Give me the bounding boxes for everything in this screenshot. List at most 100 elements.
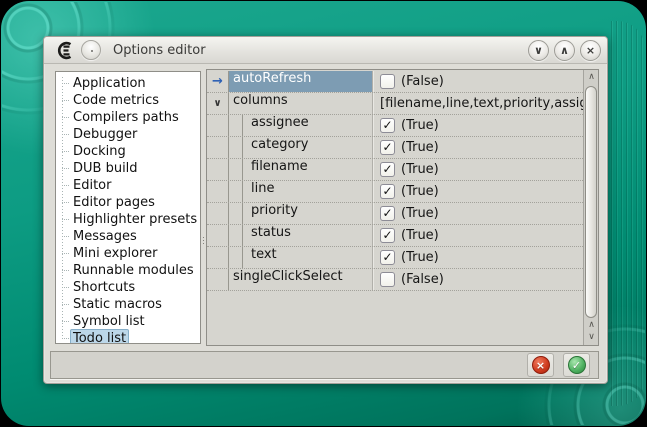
- sidebar-item-compilers-paths[interactable]: Compilers paths: [56, 109, 200, 126]
- property-value[interactable]: ✓ (True): [373, 225, 583, 246]
- row-gutter: →: [207, 71, 229, 92]
- maximize-button[interactable]: ∧: [554, 40, 575, 61]
- footer-bar: × ✓: [50, 351, 599, 379]
- sidebar-item-mini-explorer[interactable]: Mini explorer: [56, 245, 200, 262]
- tree-branch-icon: [62, 338, 69, 339]
- checkbox-checked[interactable]: ✓: [380, 184, 395, 199]
- close-button[interactable]: ×: [580, 40, 601, 61]
- property-row-text: text ✓ (True): [207, 247, 583, 269]
- value-label: (True): [401, 206, 439, 221]
- ok-button[interactable]: ✓: [563, 353, 590, 377]
- titlebar[interactable]: Options editor ∨ ∧ ×: [44, 37, 607, 64]
- window-menu-button[interactable]: [81, 40, 101, 60]
- checkbox-checked[interactable]: ✓: [380, 162, 395, 177]
- checkbox-checked[interactable]: ✓: [380, 140, 395, 155]
- property-name[interactable]: filename: [229, 159, 373, 180]
- tree-branch-icon: [62, 100, 69, 101]
- property-value[interactable]: (False): [373, 71, 583, 92]
- coedit-logo-icon: [55, 41, 75, 60]
- ok-icon: ✓: [568, 356, 586, 374]
- value-label: (True): [401, 162, 439, 177]
- property-name[interactable]: text: [229, 247, 373, 268]
- sidebar-item-messages[interactable]: Messages: [56, 228, 200, 245]
- tree-branch-icon: [62, 236, 69, 237]
- selected-row-arrow-icon: →: [212, 75, 223, 88]
- sidebar-item-todo-list[interactable]: Todo list: [56, 330, 200, 344]
- property-name[interactable]: autoRefresh: [229, 71, 373, 92]
- checkbox-checked[interactable]: ✓: [380, 118, 395, 133]
- checkbox-checked[interactable]: ✓: [380, 250, 395, 265]
- tree-branch-icon: [62, 219, 69, 220]
- titlebar-buttons: ∨ ∧ ×: [528, 40, 601, 61]
- row-gutter: [207, 137, 229, 158]
- value-label: (True): [401, 228, 439, 243]
- property-name[interactable]: columns: [229, 93, 373, 114]
- splitter-grip-icon: [203, 237, 204, 244]
- sidebar-item-debugger[interactable]: Debugger: [56, 126, 200, 143]
- sidebar-item-application[interactable]: Application: [56, 75, 200, 92]
- minimize-button[interactable]: ∨: [528, 40, 549, 61]
- row-gutter: [207, 225, 229, 246]
- value-label: (True): [401, 118, 439, 133]
- checkbox-unchecked[interactable]: [380, 74, 395, 89]
- tree-branch-icon: [62, 185, 69, 186]
- tree-branch-icon: [62, 270, 69, 271]
- value-text: [filename,line,text,priority,assigne: [380, 96, 583, 111]
- property-value[interactable]: (False): [373, 269, 583, 290]
- checkbox-unchecked[interactable]: [380, 272, 395, 287]
- property-name[interactable]: priority: [229, 203, 373, 224]
- property-name[interactable]: line: [229, 181, 373, 202]
- value-label: (False): [401, 74, 444, 89]
- value-label: (True): [401, 140, 439, 155]
- sidebar-item-static-macros[interactable]: Static macros: [56, 296, 200, 313]
- tree-branch-icon: [62, 253, 69, 254]
- property-value[interactable]: ✓ (True): [373, 247, 583, 268]
- property-value[interactable]: ✓ (True): [373, 137, 583, 158]
- property-row-assignee: assignee ✓ (True): [207, 115, 583, 137]
- tree-branch-icon: [62, 168, 69, 169]
- sidebar-item-editor[interactable]: Editor: [56, 177, 200, 194]
- property-name[interactable]: category: [229, 137, 373, 158]
- property-name[interactable]: status: [229, 225, 373, 246]
- sidebar-item-symbol-list[interactable]: Symbol list: [56, 313, 200, 330]
- checkbox-checked[interactable]: ✓: [380, 228, 395, 243]
- category-tree: ApplicationCode metricsCompilers pathsDe…: [55, 71, 201, 344]
- property-value[interactable]: ✓ (True): [373, 115, 583, 136]
- property-row-singleclickselect: singleClickSelect (False): [207, 269, 583, 291]
- checkbox-checked[interactable]: ✓: [380, 206, 395, 221]
- scroll-up-button[interactable]: ∧: [584, 71, 599, 84]
- sidebar-item-docking[interactable]: Docking: [56, 143, 200, 160]
- property-value[interactable]: ✓ (True): [373, 203, 583, 224]
- menu-dot-icon: [91, 50, 93, 52]
- cancel-button[interactable]: ×: [527, 353, 554, 377]
- property-name[interactable]: assignee: [229, 115, 373, 136]
- value-label: (True): [401, 184, 439, 199]
- property-value[interactable]: [filename,line,text,priority,assigne: [373, 93, 583, 114]
- property-row-priority: priority ✓ (True): [207, 203, 583, 225]
- sidebar-item-editor-pages[interactable]: Editor pages: [56, 194, 200, 211]
- row-gutter: [207, 115, 229, 136]
- property-row-filename: filename ✓ (True): [207, 159, 583, 181]
- screenshot: Options editor ∨ ∧ × ApplicationCode met…: [0, 0, 647, 427]
- value-label: (False): [401, 272, 444, 287]
- sidebar-item-highlighter-presets[interactable]: Highlighter presets: [56, 211, 200, 228]
- sidebar-item-runnable-modules[interactable]: Runnable modules: [56, 262, 200, 279]
- grid-scrollbar[interactable]: ∧ ∧ ∨: [583, 70, 598, 345]
- property-value[interactable]: ✓ (True): [373, 181, 583, 202]
- row-gutter: [207, 159, 229, 180]
- window-title: Options editor: [113, 43, 206, 58]
- property-value[interactable]: ✓ (True): [373, 159, 583, 180]
- tree-branch-icon: [62, 117, 69, 118]
- property-row-columns: ∨ columns [filename,line,text,priority,ass…: [207, 93, 583, 115]
- value-label: (True): [401, 250, 439, 265]
- scroll-down-button[interactable]: ∨: [584, 331, 599, 344]
- property-name[interactable]: singleClickSelect: [229, 269, 373, 290]
- sidebar-item-dub-build[interactable]: DUB build: [56, 160, 200, 177]
- collapse-chevron-icon[interactable]: ∨: [213, 99, 221, 109]
- row-gutter: [207, 269, 229, 290]
- sidebar-item-shortcuts[interactable]: Shortcuts: [56, 279, 200, 296]
- scrollbar-thumb[interactable]: [585, 86, 597, 318]
- sidebar-item-code-metrics[interactable]: Code metrics: [56, 92, 200, 109]
- row-gutter: [207, 203, 229, 224]
- property-row-autorefresh: → autoRefresh (False): [207, 71, 583, 93]
